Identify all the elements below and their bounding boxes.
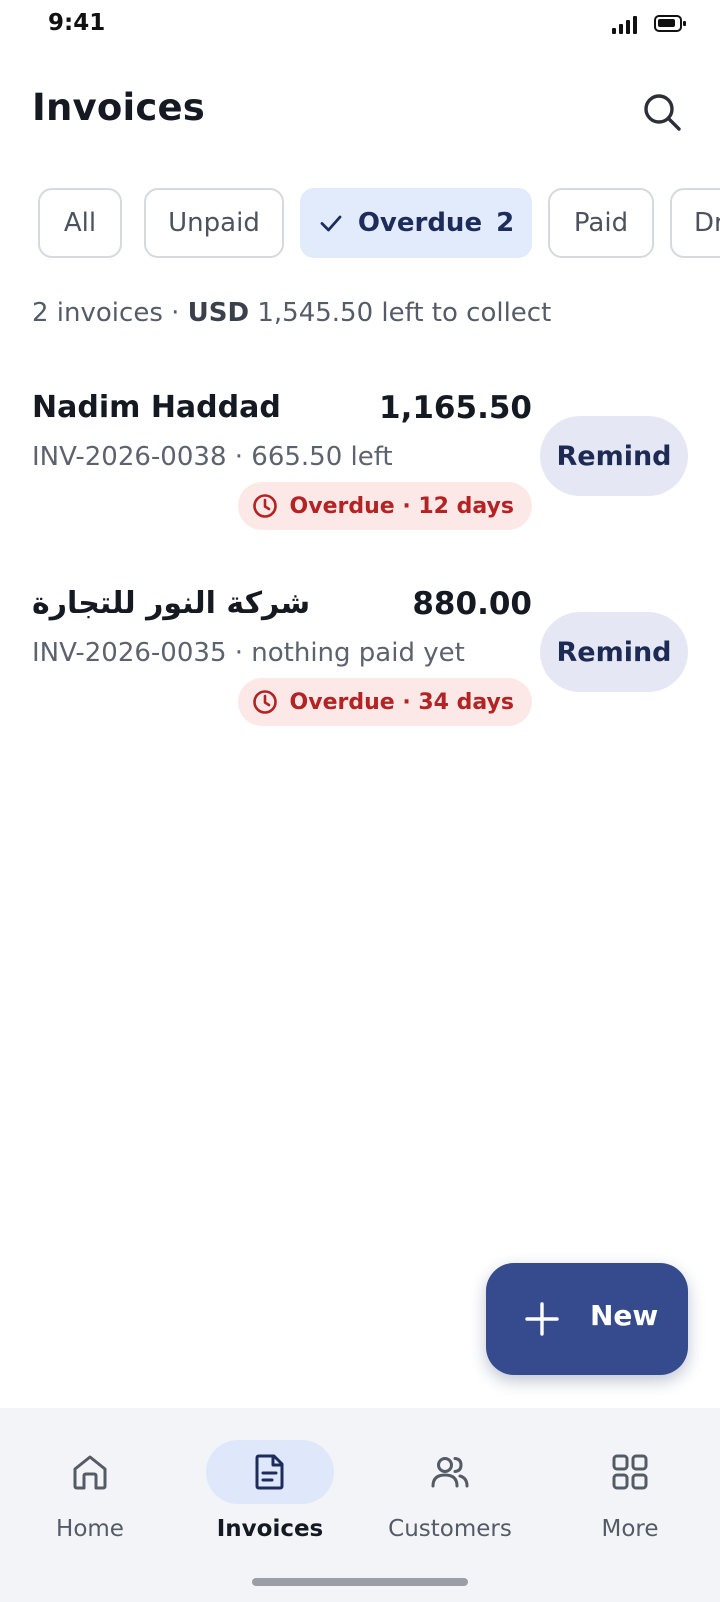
nav-label: Customers (388, 1516, 512, 1542)
invoice-amount: 880.00 (412, 586, 532, 622)
grid-icon (612, 1454, 648, 1490)
nav-label: Invoices (216, 1516, 324, 1542)
users-icon (431, 1457, 469, 1488)
search-button[interactable] (640, 90, 684, 134)
clock-icon (252, 690, 277, 714)
overdue-badge: Overdue · 12 days (237, 482, 532, 530)
nav-item-invoices[interactable]: Invoices (180, 1432, 360, 1552)
page-title: Invoices (32, 86, 205, 129)
overdue-text: Overdue · 34 days (289, 689, 514, 715)
filter-chip-draft[interactable]: Draft (670, 188, 720, 258)
new-button-label: New (590, 1299, 659, 1332)
remind-button[interactable]: Remind (540, 612, 688, 692)
plus-icon (525, 1302, 559, 1336)
search-icon (644, 94, 681, 131)
chip-label: All (63, 208, 97, 238)
new-invoice-button[interactable]: New (486, 1263, 688, 1375)
filter-chip-overdue[interactable]: Overdue 2 (300, 188, 532, 258)
nav-item-home[interactable]: Home (0, 1432, 180, 1552)
bottom-navigation: Home Invoices Customers More (0, 1408, 720, 1602)
check-icon (320, 215, 342, 232)
chip-label: Unpaid (168, 208, 260, 238)
chip-label: Overdue (357, 208, 483, 238)
signal-icon (612, 14, 640, 34)
nav-item-customers[interactable]: Customers (360, 1432, 540, 1552)
chip-label: Paid (573, 208, 629, 238)
invoice-row[interactable]: Nadim Haddad 1,165.50 INV-2026-0038 · 66… (0, 390, 720, 570)
amount-left-text: 1,545.50 left to collect (249, 298, 552, 328)
invoice-meta: INV-2026-0035 · nothing paid yet (32, 638, 465, 668)
remind-button[interactable]: Remind (540, 416, 688, 496)
filter-chip-paid[interactable]: Paid (548, 188, 654, 258)
nav-item-more[interactable]: More (540, 1432, 720, 1552)
status-time: 9:41 (48, 10, 106, 36)
filter-chip-unpaid[interactable]: Unpaid (144, 188, 284, 258)
currency-code: USD (187, 298, 250, 328)
overdue-badge: Overdue · 34 days (237, 678, 532, 726)
collection-summary: 2 invoices · USD 1,545.50 left to collec… (32, 298, 551, 328)
home-icon (73, 1455, 107, 1490)
status-bar: 9:41 (0, 0, 720, 50)
nav-label: More (601, 1516, 659, 1542)
nav-label: Home (56, 1516, 124, 1542)
home-indicator (252, 1578, 468, 1586)
chip-label: Draft (694, 208, 720, 238)
chip-count: 2 (496, 208, 515, 238)
clock-icon (252, 494, 277, 518)
invoice-meta: INV-2026-0038 · 665.50 left (32, 442, 393, 472)
invoice-count-text: 2 invoices · (32, 298, 188, 328)
document-icon (255, 1454, 284, 1490)
battery-icon (654, 15, 686, 32)
invoice-amount: 1,165.50 (379, 390, 532, 426)
customer-name: شركة النور للتجارة (32, 586, 311, 621)
invoice-row[interactable]: شركة النور للتجارة 880.00 INV-2026-0035 … (0, 586, 720, 766)
filter-chips: All Unpaid Overdue 2 Paid Draft (0, 188, 720, 260)
overdue-text: Overdue · 12 days (289, 493, 514, 519)
customer-name: Nadim Haddad (32, 390, 281, 425)
filter-chip-all[interactable]: All (38, 188, 122, 258)
